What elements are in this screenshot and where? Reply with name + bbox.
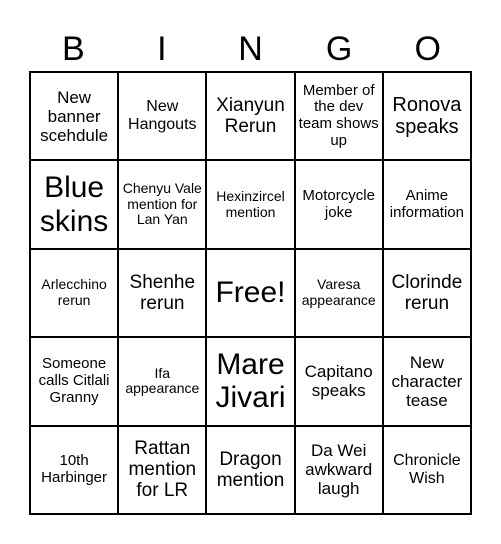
bingo-cell[interactable]: Anime information [383, 161, 472, 250]
header-letter-o: O [414, 30, 441, 68]
cell-label: Blue skins [39, 171, 109, 238]
bingo-cell[interactable]: Member of the dev team shows up [295, 73, 384, 162]
cell-label: Dragon mention [216, 448, 285, 491]
bingo-cell[interactable]: Chenyu Vale mention for Lan Yan [119, 161, 208, 250]
bingo-cell[interactable]: Dragon mention [207, 426, 296, 515]
bingo-cell[interactable]: Chronicle Wish [383, 426, 472, 515]
bingo-cell[interactable]: New Hangouts [119, 73, 208, 162]
cell-label: New banner scehdule [40, 87, 109, 145]
cell-label: New Hangouts [128, 98, 197, 134]
bingo-cell[interactable]: Ifa appearance [119, 338, 208, 427]
bingo-cell[interactable]: Mare Jivari [207, 338, 296, 427]
bingo-board: New banner scehdule New Hangouts Xianyun… [29, 71, 472, 515]
bingo-header: B I N G O [29, 28, 472, 70]
bingo-cell-free[interactable]: Free! [207, 249, 296, 339]
cell-label: Anime information [389, 186, 464, 221]
bingo-cell[interactable]: Arlecchino rerun [31, 249, 120, 339]
cell-label: Varesa appearance [301, 276, 376, 308]
bingo-cell[interactable]: Motorcycle joke [295, 161, 384, 250]
bingo-cell[interactable]: Shenhe rerun [119, 249, 208, 339]
cell-label: Free! [215, 276, 286, 310]
cell-label: Motorcycle joke [302, 186, 375, 221]
bingo-cell[interactable]: Da Wei awkward laugh [295, 426, 384, 515]
cell-label: Arlecchino rerun [41, 276, 107, 308]
bingo-cell[interactable]: Clorinde rerun [383, 249, 472, 339]
bingo-cell[interactable]: Someone calls Citlali Granny [31, 338, 120, 427]
cell-label: Da Wei awkward laugh [305, 441, 373, 499]
bingo-cell[interactable]: Blue skins [31, 161, 120, 250]
cell-label: Chronicle Wish [393, 451, 461, 487]
header-letter-g: G [325, 30, 353, 68]
bingo-cell[interactable]: Ronova speaks [383, 73, 472, 162]
cell-label: 10th Harbinger [41, 452, 108, 486]
cell-label: Rattan mention for LR [128, 437, 197, 502]
bingo-cell[interactable]: Hexinzircel mention [207, 161, 296, 250]
cell-label: Ifa appearance [125, 364, 200, 397]
bingo-cell[interactable]: Rattan mention for LR [119, 426, 208, 515]
bingo-cell[interactable]: Varesa appearance [295, 249, 384, 339]
header-letter-i: I [157, 30, 167, 68]
bingo-cell[interactable]: Xianyun Rerun [207, 73, 296, 162]
cell-label: Mare Jivari [215, 347, 286, 415]
cell-label: Ronova speaks [392, 93, 462, 139]
header-letter-b: B [61, 30, 85, 68]
cell-label: Someone calls Citlali Granny [38, 355, 110, 406]
bingo-cell[interactable]: Capitano speaks [295, 338, 384, 427]
cell-label: Clorinde rerun [391, 271, 463, 314]
cell-label: Capitano speaks [304, 362, 373, 401]
cell-label: Xianyun Rerun [216, 94, 285, 138]
cell-label: Shenhe rerun [129, 271, 196, 314]
bingo-cell[interactable]: 10th Harbinger [31, 426, 120, 515]
cell-label: Chenyu Vale mention for Lan Yan [122, 180, 202, 228]
cell-label: New character tease [391, 352, 463, 410]
cell-label: Hexinzircel mention [216, 187, 285, 220]
header-letter-n: N [238, 30, 263, 68]
bingo-cell[interactable]: New character tease [383, 338, 472, 427]
bingo-cell[interactable]: New banner scehdule [31, 73, 120, 162]
cell-label: Member of the dev team shows up [298, 81, 379, 149]
